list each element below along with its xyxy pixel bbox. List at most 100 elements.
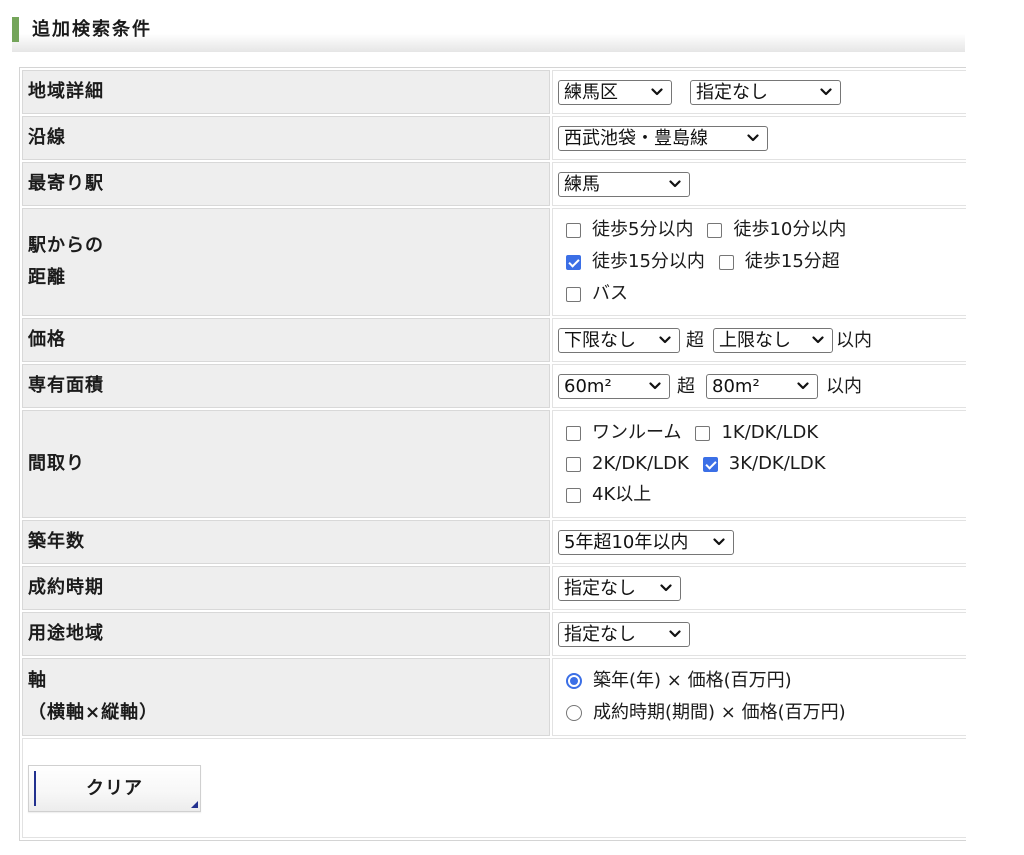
checkbox-bus[interactable]: バス xyxy=(566,283,628,305)
checkbox-label[interactable]: 徒歩15分超 xyxy=(745,251,840,273)
checkbox-label[interactable]: ワンルーム xyxy=(592,422,681,444)
label-distance: 駅からの 距離 xyxy=(22,208,550,316)
label-distance-line2: 距離 xyxy=(28,267,66,288)
checkbox-4k-or-more[interactable]: 4K以上 xyxy=(566,484,651,506)
checkbox-box[interactable] xyxy=(718,254,734,270)
ward-select[interactable]: 練馬区 xyxy=(558,79,672,105)
area-detail-select[interactable]: 指定なし xyxy=(690,79,841,105)
checkbox-one-room[interactable]: ワンルーム xyxy=(566,422,681,444)
value-railway-line: 西武池袋・豊島線 xyxy=(552,116,966,160)
label-floor-plan: 間取り xyxy=(22,410,550,518)
chevron-down-icon xyxy=(747,133,759,141)
checkbox-box[interactable] xyxy=(566,425,581,441)
value-zoning: 指定なし xyxy=(552,612,966,656)
checkbox-box[interactable] xyxy=(695,425,711,441)
row-contract-period: 成約時期 指定なし xyxy=(22,566,966,610)
railway-line-select-value: 西武池袋・豊島線 xyxy=(564,127,708,149)
radio-age-vs-price[interactable]: 築年(年) × 価格(百万円) xyxy=(566,670,792,692)
building-age-select[interactable]: 5年超10年以内 xyxy=(558,529,734,555)
chevron-down-icon xyxy=(649,381,661,389)
radio-label[interactable]: 築年(年) × 価格(百万円) xyxy=(593,670,792,692)
checkbox-box[interactable] xyxy=(566,487,581,503)
floor-area-max-select-value: 80m² xyxy=(712,375,760,397)
zoning-select[interactable]: 指定なし xyxy=(558,621,690,647)
checkbox-label[interactable]: バス xyxy=(592,283,628,305)
chevron-down-icon xyxy=(812,335,824,343)
section-header: 追加検索条件 xyxy=(12,14,965,52)
radio-button[interactable] xyxy=(566,673,582,689)
row-price: 価格 下限なし 超 上限なし 以内 xyxy=(22,318,966,362)
row-building-age: 築年数 5年超10年以内 xyxy=(22,520,966,564)
checkbox-label[interactable]: 徒歩10分以内 xyxy=(733,219,846,241)
label-contract-period: 成約時期 xyxy=(22,566,550,610)
label-distance-line1: 駅からの xyxy=(28,235,104,256)
checkbox-box[interactable] xyxy=(566,222,581,238)
label-price: 価格 xyxy=(22,318,550,362)
chevron-down-icon xyxy=(713,537,725,545)
checkbox-walk-over-15min[interactable]: 徒歩15分超 xyxy=(718,251,840,273)
railway-line-select[interactable]: 西武池袋・豊島線 xyxy=(558,125,768,151)
contract-period-select[interactable]: 指定なし xyxy=(558,575,681,601)
nearest-station-select-value: 練馬 xyxy=(564,173,600,195)
price-min-select-value: 下限なし xyxy=(564,329,636,351)
zoning-select-value: 指定なし xyxy=(564,623,636,645)
radio-period-vs-price[interactable]: 成約時期(期間) × 価格(百万円) xyxy=(566,702,846,724)
label-zoning: 用途地域 xyxy=(22,612,550,656)
row-actions: クリア xyxy=(22,738,966,838)
checkbox-box[interactable] xyxy=(566,254,581,270)
checkbox-2k-dk-ldk[interactable]: 2K/DK/LDK xyxy=(566,453,689,475)
section-title: 追加検索条件 xyxy=(32,19,152,40)
value-distance: 徒歩5分以内 徒歩10分以内 徒歩15分以内 徒歩15分超 バス xyxy=(552,208,966,316)
actions-cell: クリア xyxy=(22,738,966,838)
floor-area-within-label: 以内 xyxy=(826,375,862,397)
price-min-select[interactable]: 下限なし xyxy=(558,327,680,353)
corner-triangle-icon xyxy=(191,801,198,808)
value-nearest-station: 練馬 xyxy=(552,162,966,206)
floor-area-min-select-value: 60m² xyxy=(564,375,612,397)
checkbox-label[interactable]: 2K/DK/LDK xyxy=(592,453,689,475)
label-area-detail: 地域詳細 xyxy=(22,70,550,114)
label-floor-area: 専有面積 xyxy=(22,364,550,408)
checkbox-walk-5min[interactable]: 徒歩5分以内 xyxy=(566,219,693,241)
checkbox-label[interactable]: 3K/DK/LDK xyxy=(729,453,826,475)
checkbox-3k-dk-ldk[interactable]: 3K/DK/LDK xyxy=(702,453,826,475)
section-marker xyxy=(12,17,19,42)
chevron-down-icon xyxy=(797,381,809,389)
checkbox-box[interactable] xyxy=(566,456,581,472)
label-axis-line1: 軸 xyxy=(28,670,47,691)
checkbox-label[interactable]: 徒歩5分以内 xyxy=(592,219,693,241)
row-axis: 軸 （横軸×縦軸） 築年(年) × 価格(百万円) 成約時期(期間) × 価格(… xyxy=(22,658,966,736)
nearest-station-select[interactable]: 練馬 xyxy=(558,171,690,197)
value-axis: 築年(年) × 価格(百万円) 成約時期(期間) × 価格(百万円) xyxy=(552,658,966,736)
row-floor-plan: 間取り ワンルーム 1K/DK/LDK 2K/DK/LDK 3K/DK/LDK … xyxy=(22,410,966,518)
price-max-select-value: 上限なし xyxy=(719,329,791,351)
checkbox-label[interactable]: 徒歩15分以内 xyxy=(592,251,705,273)
value-area-detail: 練馬区 指定なし xyxy=(552,70,966,114)
row-railway-line: 沿線 西武池袋・豊島線 xyxy=(22,116,966,160)
price-within-label: 以内 xyxy=(836,329,872,351)
chevron-down-icon xyxy=(651,87,663,95)
radio-label[interactable]: 成約時期(期間) × 価格(百万円) xyxy=(593,702,846,724)
checkbox-box[interactable] xyxy=(702,456,718,472)
checkbox-walk-10min[interactable]: 徒歩10分以内 xyxy=(707,219,846,241)
checkbox-label[interactable]: 1K/DK/LDK xyxy=(721,422,818,444)
search-conditions-table: 地域詳細 練馬区 指定なし 沿線 西武池袋・豊島線 最寄り駅 練馬 駅からの 距… xyxy=(19,67,966,841)
value-contract-period: 指定なし xyxy=(552,566,966,610)
value-price: 下限なし 超 上限なし 以内 xyxy=(552,318,966,362)
clear-button[interactable]: クリア xyxy=(28,765,201,812)
chevron-down-icon xyxy=(660,583,672,591)
checkbox-label[interactable]: 4K以上 xyxy=(592,484,651,506)
checkbox-walk-15min[interactable]: 徒歩15分以内 xyxy=(566,251,705,273)
chevron-down-icon xyxy=(820,87,832,95)
clear-button-label: クリア xyxy=(86,778,143,799)
checkbox-box[interactable] xyxy=(707,222,723,238)
checkbox-1k-dk-ldk[interactable]: 1K/DK/LDK xyxy=(695,422,818,444)
checkbox-box[interactable] xyxy=(566,286,581,302)
label-axis-line2: （横軸×縦軸） xyxy=(28,702,159,723)
price-max-select[interactable]: 上限なし xyxy=(713,327,833,353)
floor-area-over-label: 超 xyxy=(677,375,695,397)
floor-area-max-select[interactable]: 80m² xyxy=(706,373,818,399)
ward-select-value: 練馬区 xyxy=(564,81,618,103)
floor-area-min-select[interactable]: 60m² xyxy=(558,373,670,399)
radio-button[interactable] xyxy=(566,705,582,721)
